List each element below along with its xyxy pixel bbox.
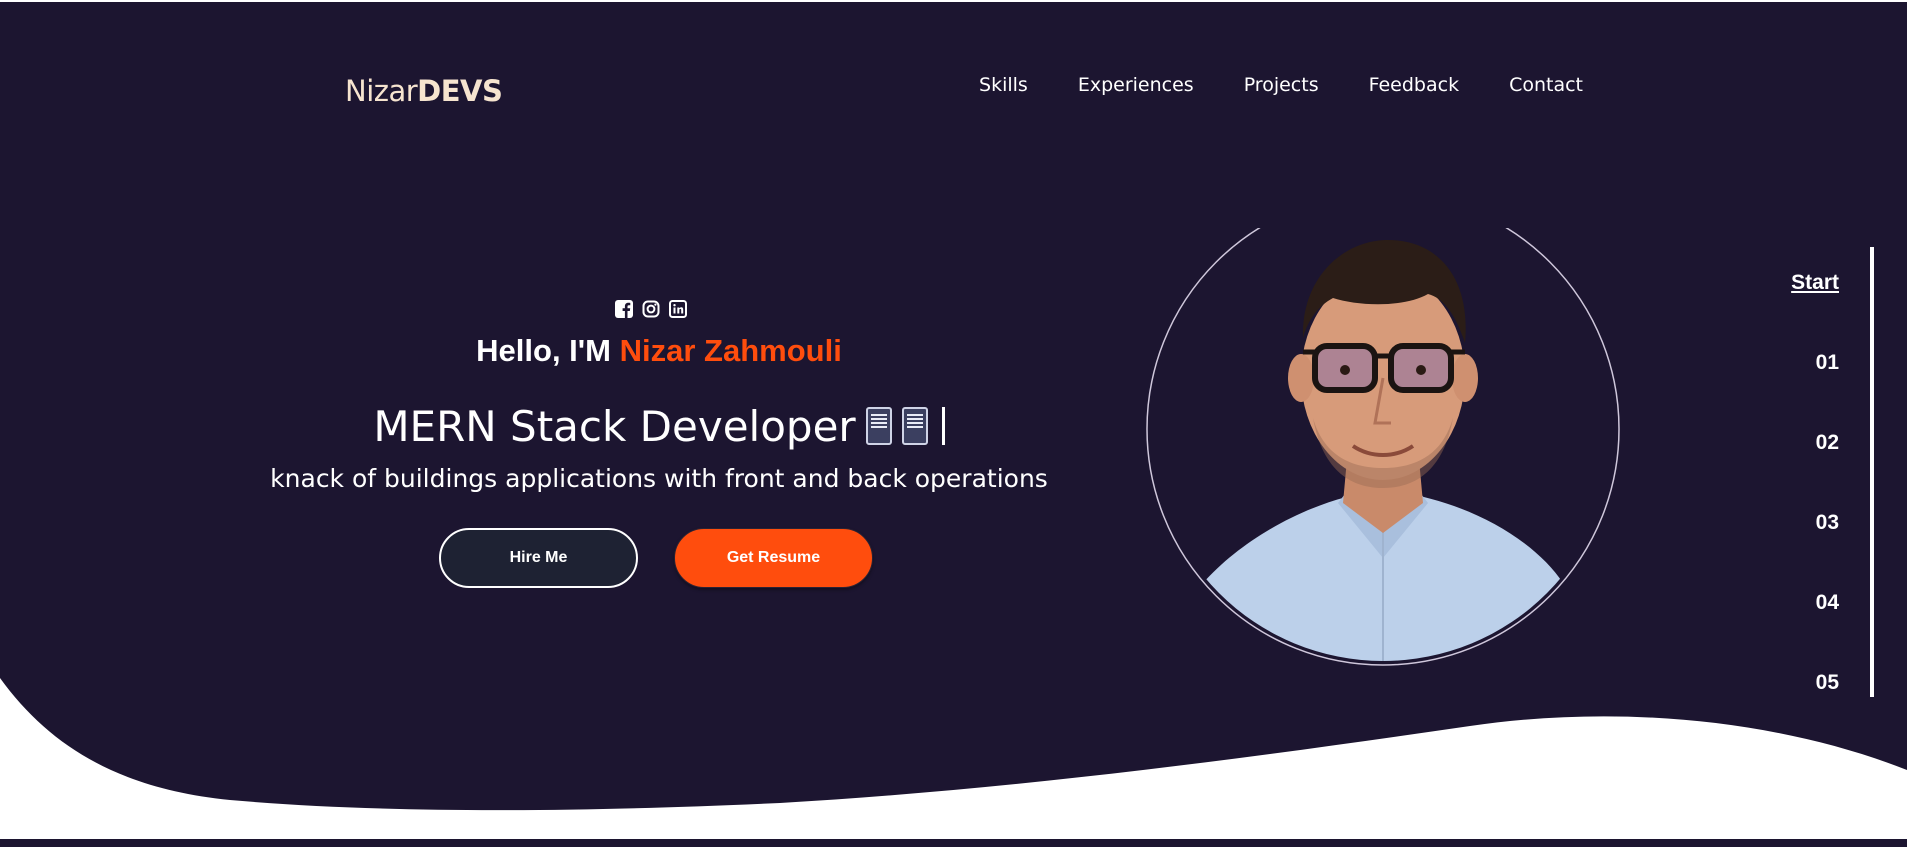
server-icon — [901, 406, 928, 445]
nav-link-skills[interactable]: Skills — [979, 74, 1028, 96]
side-nav-track — [1870, 247, 1874, 697]
typing-cursor — [941, 406, 945, 445]
side-nav-05[interactable]: 05 — [1816, 671, 1839, 695]
page: NizarDEVS Skills Experiences Projects Fe… — [0, 0, 1907, 847]
side-nav-start[interactable]: Start — [1791, 271, 1839, 295]
side-nav-04[interactable]: 04 — [1816, 591, 1839, 615]
instagram-icon[interactable] — [641, 299, 660, 318]
brand-logo-light: Nizar — [345, 74, 418, 108]
hero-role-text: MERN Stack Developer — [373, 402, 856, 451]
hero-greeting-prefix: Hello, I'M — [476, 333, 620, 368]
get-resume-button[interactable]: Get Resume — [674, 528, 873, 588]
server-icon — [865, 406, 892, 445]
brand-logo-bold: DEVS — [417, 74, 503, 108]
nav-link-projects[interactable]: Projects — [1244, 74, 1319, 96]
side-nav-03[interactable]: 03 — [1816, 511, 1839, 535]
side-nav-01[interactable]: 01 — [1816, 351, 1839, 375]
bottom-border — [0, 839, 1907, 847]
hero-greeting: Hello, I'M Nizar Zahmouli — [0, 333, 1318, 369]
social-links — [614, 299, 687, 318]
hire-me-button[interactable]: Hire Me — [439, 528, 638, 588]
nav-link-contact[interactable]: Contact — [1509, 74, 1583, 96]
hero-tagline: knack of buildings applications with fro… — [270, 464, 1048, 493]
linkedin-icon[interactable] — [668, 299, 687, 318]
facebook-icon[interactable] — [614, 299, 633, 318]
nav-link-experiences[interactable]: Experiences — [1078, 74, 1194, 96]
top-border — [0, 0, 1907, 2]
nav-link-feedback[interactable]: Feedback — [1369, 74, 1459, 96]
brand-logo[interactable]: NizarDEVS — [345, 74, 503, 108]
hero-role: MERN Stack Developer — [0, 402, 1318, 451]
hero-name: Nizar Zahmouli — [619, 333, 842, 368]
main-nav: Skills Experiences Projects Feedback Con… — [979, 74, 1583, 96]
side-nav-02[interactable]: 02 — [1816, 431, 1839, 455]
profile-photo — [1146, 228, 1620, 666]
